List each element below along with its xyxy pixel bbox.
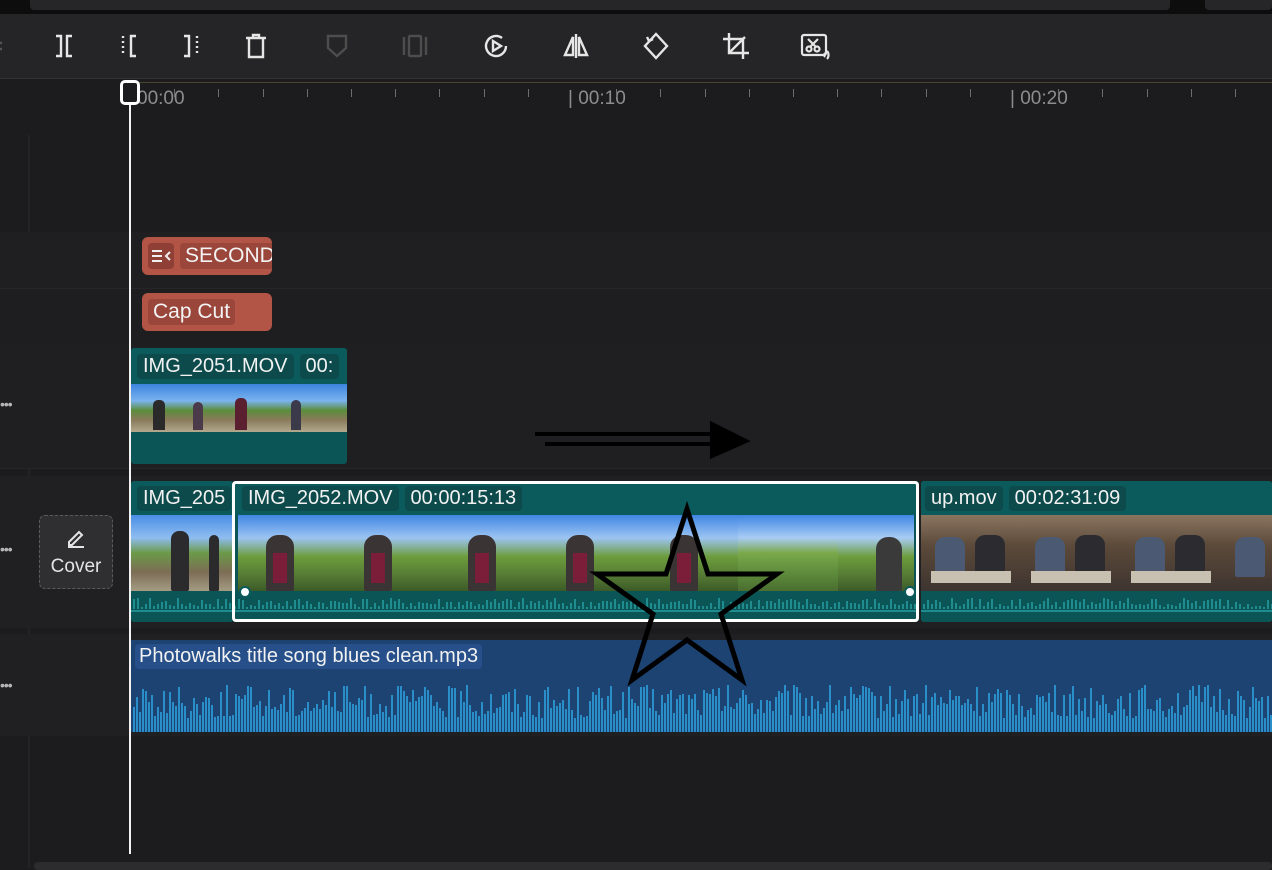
clip-audio-waveform (921, 591, 1272, 622)
main-clip-upmov[interactable]: up.mov 00:02:31:09 (921, 481, 1272, 622)
ruler-tick (881, 89, 882, 97)
editing-toolbar (0, 14, 1272, 79)
horizontal-scrollbar[interactable] (34, 862, 1272, 870)
top-strip (0, 0, 1272, 14)
clip-duration: 00:02:31:09 (1008, 485, 1127, 511)
ruler-tick (1191, 89, 1192, 97)
audio-clip-name: Photowalks title song blues clean.mp3 (135, 644, 483, 669)
ruler-label-20: | 00:20 (1010, 88, 1068, 109)
ruler-label-0: 00:00 (137, 88, 185, 109)
playhead-line[interactable] (129, 88, 131, 854)
crop-icon[interactable] (721, 30, 751, 62)
ruler-tick (484, 89, 485, 97)
cover-button[interactable]: Cover (39, 515, 113, 589)
ruler-tick (307, 89, 308, 97)
overlay-track-menu-icon[interactable]: ••• (0, 396, 13, 412)
ruler-tick (660, 89, 661, 97)
main-clip-img205[interactable]: IMG_205 (131, 481, 233, 622)
ruler-tick (970, 89, 971, 97)
time-ruler[interactable]: 00:00 | 00:10 | 00:20 (0, 79, 1272, 119)
ruler-label-10: | 00:10 (568, 88, 626, 109)
ruler-tick (926, 89, 927, 97)
delete-icon[interactable] (241, 30, 271, 62)
clip-duration: 00: (299, 353, 340, 379)
trim-handle-left[interactable] (239, 586, 251, 598)
mirror-icon[interactable] (561, 30, 591, 62)
audio-track-menu-icon[interactable]: ••• (0, 677, 13, 693)
ruler-tick (837, 89, 838, 97)
text-clip-capcut[interactable]: Cap Cut (142, 293, 272, 331)
text-clip-label: SECOND (180, 243, 272, 269)
undo-icon[interactable] (0, 30, 18, 62)
clip-thumbnails (921, 515, 1272, 591)
ruler-tick (263, 89, 264, 97)
overlay-clip-img2051[interactable]: IMG_2051.MOV 00: (131, 348, 347, 464)
ruler-tick (528, 89, 529, 97)
clip-name: IMG_2051.MOV (137, 353, 294, 379)
selected-clip-frame (232, 481, 919, 622)
ruler-tick (1147, 89, 1148, 97)
main-track-menu-icon[interactable]: ••• (0, 541, 13, 557)
ruler-tick (1058, 89, 1059, 97)
ruler-tick (218, 89, 219, 97)
ruler-tick (793, 89, 794, 97)
ruler-tick (439, 89, 440, 97)
text-lines-icon (148, 243, 174, 269)
clip-name: IMG_205 (137, 485, 232, 511)
ruler-tick (395, 89, 396, 97)
play-speed-icon[interactable] (481, 30, 511, 62)
ruler-tick (351, 89, 352, 97)
ruler-tick (749, 89, 750, 97)
audio-clip[interactable]: Photowalks title song blues clean.mp3 (131, 640, 1272, 732)
trim-right-icon[interactable] (177, 30, 207, 62)
ruler-tick (174, 89, 175, 97)
ruler-tick (1235, 89, 1236, 97)
text-clip-second[interactable]: SECOND (142, 237, 272, 275)
rotate-icon[interactable] (641, 30, 671, 62)
clip-name: up.mov (925, 485, 1003, 511)
text-clip-label: Cap Cut (148, 299, 236, 325)
ruler-tick (1102, 89, 1103, 97)
pencil-icon (65, 527, 87, 554)
mask-icon (322, 30, 352, 62)
remove-audio-icon[interactable] (800, 30, 830, 62)
clip-thumbnails (131, 384, 347, 432)
split-icon[interactable] (49, 30, 79, 62)
cover-label: Cover (50, 555, 102, 577)
clip-thumbnails (131, 515, 233, 591)
trim-left-icon[interactable] (113, 30, 143, 62)
playhead-handle[interactable] (120, 80, 140, 105)
ruler-tick (705, 89, 706, 97)
trim-handle-right[interactable] (904, 586, 916, 598)
ruler-tick (616, 89, 617, 97)
freeze-icon (400, 30, 430, 62)
clip-audio-waveform (131, 591, 233, 622)
